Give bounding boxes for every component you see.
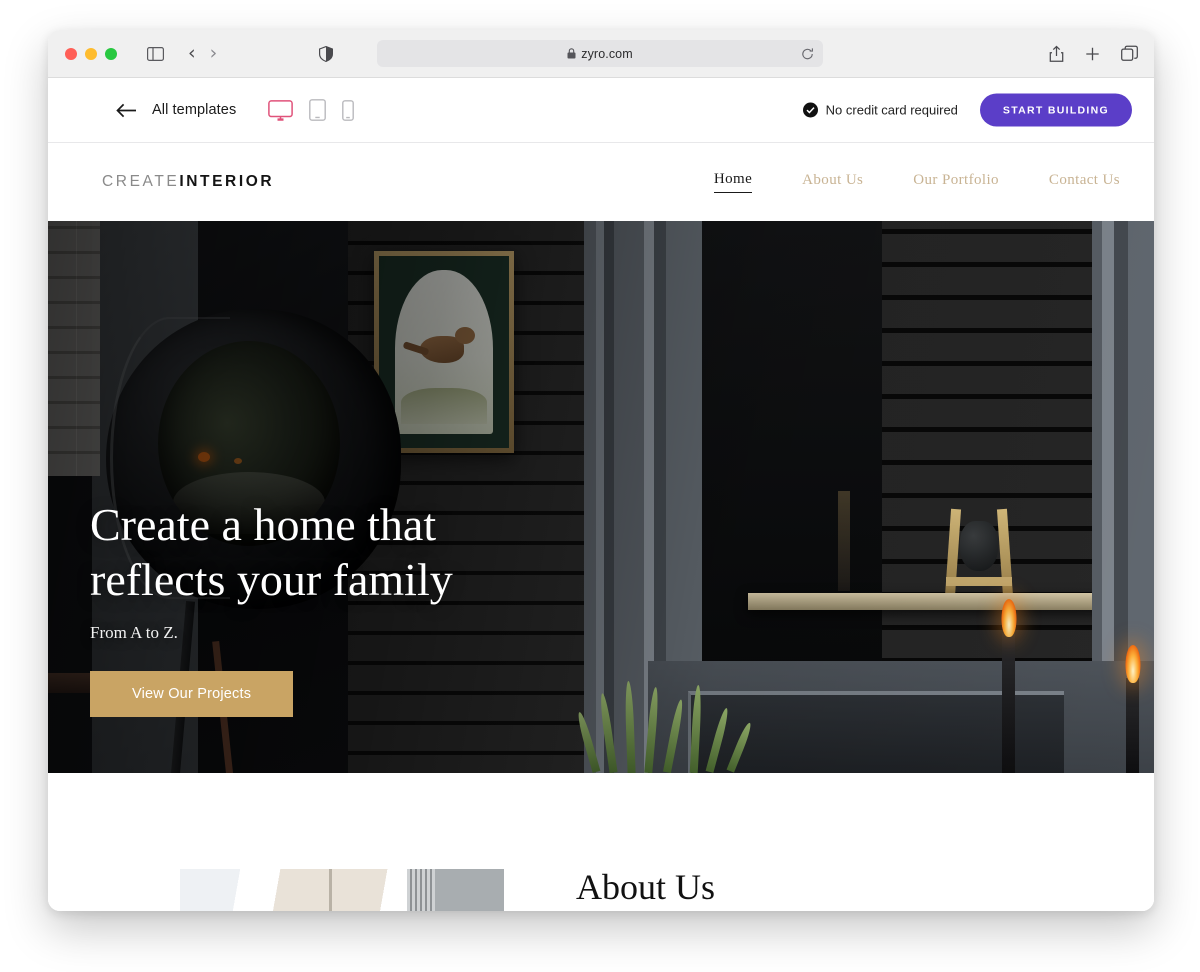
url-text: zyro.com [581, 46, 633, 61]
tablet-icon[interactable] [309, 99, 327, 121]
hero-content: Create a home that reflects your family F… [90, 497, 453, 717]
browser-navigation: ‹ › [188, 44, 217, 63]
browser-titlebar: ‹ › zyro.com [48, 30, 1154, 78]
all-templates-label[interactable]: All templates [152, 102, 236, 118]
no-credit-card-notice: No credit card required [802, 102, 958, 118]
tab-overview-icon[interactable] [1121, 45, 1138, 62]
logo-word-interior: INTERIOR [179, 173, 275, 190]
hero-title-line1: Create a home that [90, 498, 437, 550]
arrow-left-icon[interactable] [116, 103, 137, 118]
device-preview-switcher [268, 99, 355, 121]
toolbar-cta-group: No credit card required START BUILDING [802, 93, 1132, 127]
about-section: About Us [48, 773, 1154, 911]
lock-icon [567, 48, 576, 59]
hero-title-line2: reflects your family [90, 553, 453, 605]
nav-item-our-portfolio[interactable]: Our Portfolio [913, 172, 999, 193]
back-icon[interactable]: ‹ [188, 44, 196, 63]
hero-section: Create a home that reflects your family F… [48, 221, 1154, 773]
close-window-button[interactable] [65, 47, 77, 60]
forward-icon[interactable]: › [210, 44, 218, 63]
website-preview: CREATEINTERIOR Home About Us Our Portfol… [48, 143, 1154, 911]
hero-subtitle: From A to Z. [90, 623, 178, 642]
address-bar[interactable]: zyro.com [377, 40, 823, 67]
mobile-icon[interactable] [342, 100, 355, 121]
site-navigation: Home About Us Our Portfolio Contact Us [713, 171, 1120, 193]
site-header: CREATEINTERIOR Home About Us Our Portfol… [48, 143, 1154, 221]
desktop-icon[interactable] [268, 100, 294, 121]
window-controls [65, 47, 117, 60]
reload-icon[interactable] [801, 47, 814, 60]
view-our-projects-button[interactable]: View Our Projects [90, 671, 294, 717]
share-icon[interactable] [1049, 45, 1064, 62]
nav-item-home[interactable]: Home [713, 171, 753, 193]
hero-title: Create a home that reflects your family [90, 497, 453, 607]
new-tab-icon[interactable] [1085, 46, 1100, 61]
browser-actions [1049, 45, 1138, 62]
nav-item-about-us[interactable]: About Us [802, 172, 863, 193]
no-credit-card-label: No credit card required [825, 102, 958, 118]
privacy-shield-icon[interactable] [319, 45, 334, 62]
template-toolbar: All templates No credit card required ST… [48, 78, 1154, 143]
minimize-window-button[interactable] [85, 47, 97, 60]
browser-window: ‹ › zyro.com All templates No credit car… [48, 30, 1154, 911]
sidebar-toggle-icon[interactable] [147, 46, 164, 61]
maximize-window-button[interactable] [105, 47, 117, 60]
start-building-button[interactable]: START BUILDING [979, 93, 1132, 127]
nav-item-contact-us[interactable]: Contact Us [1049, 172, 1120, 193]
site-logo[interactable]: CREATEINTERIOR [102, 173, 274, 191]
logo-word-create: CREATE [102, 173, 180, 190]
about-title: About Us [576, 867, 716, 907]
check-circle-icon [802, 102, 818, 118]
about-image [180, 869, 504, 911]
